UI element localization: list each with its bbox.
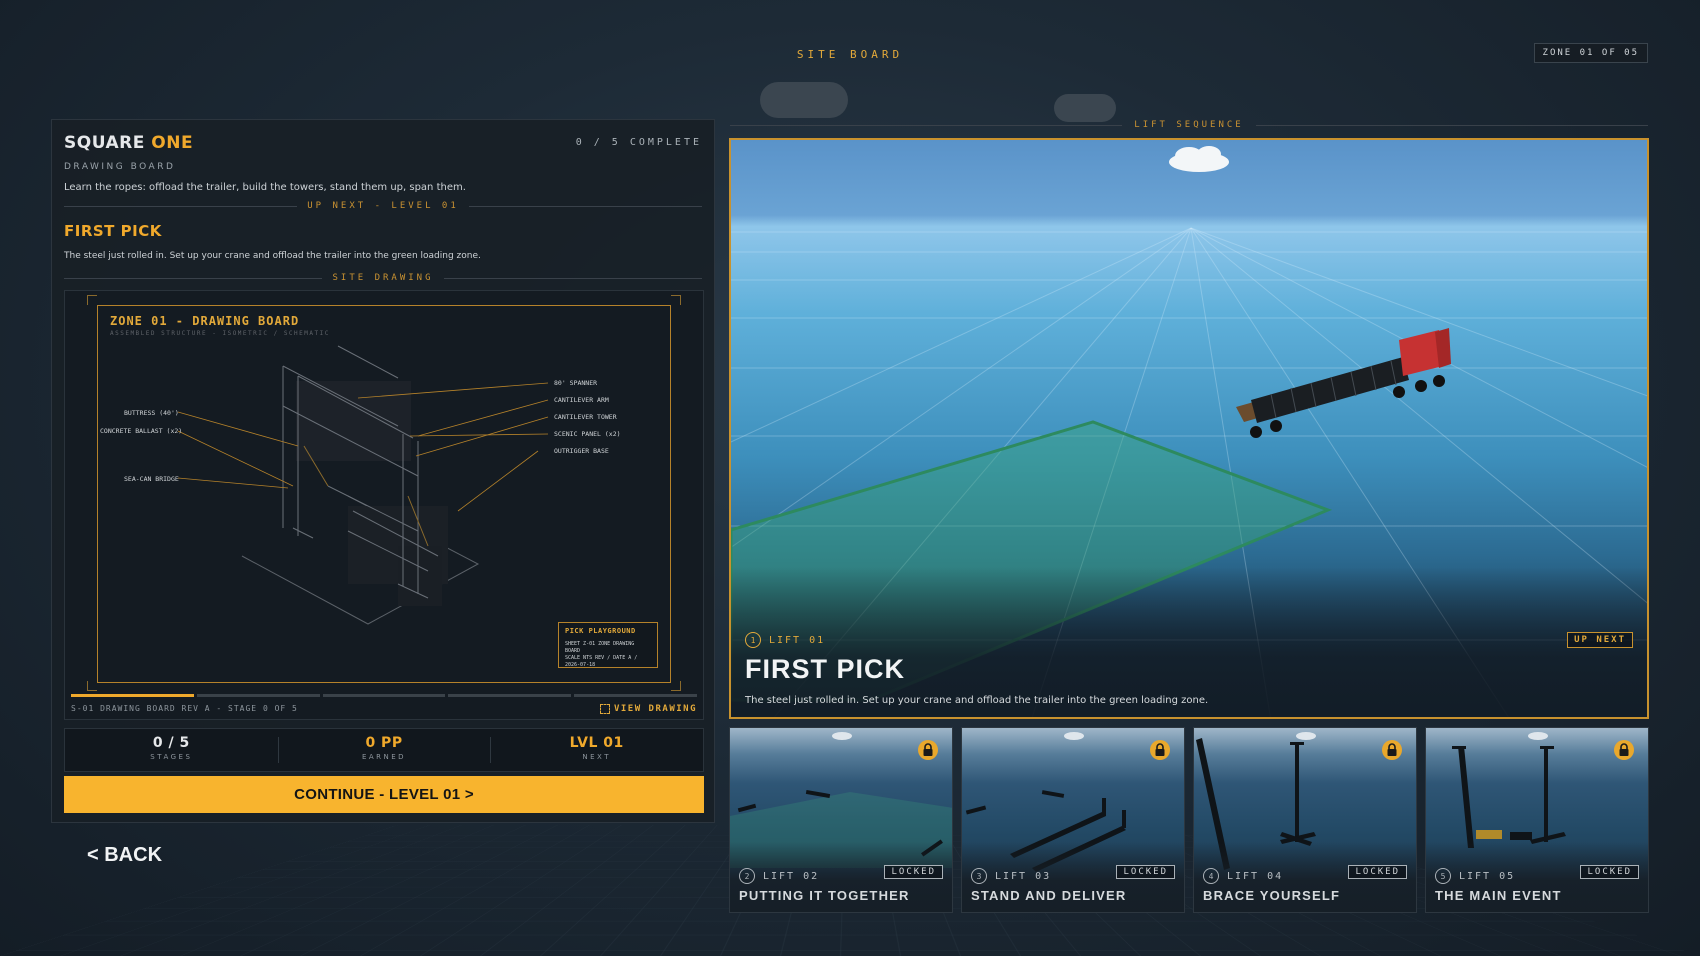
lock-icon: [1382, 740, 1402, 760]
lift-label: LIFT 03: [995, 870, 1052, 882]
callout-buttress: BUTTRESS (40'): [124, 409, 179, 417]
title-block-cells: SHEET Z-01 ZONE DRAWING BOARD SCALE NTS …: [565, 641, 651, 669]
stat-stages: 0 / 5 STAGES: [65, 729, 278, 771]
title-block: PICK PLAYGROUND SHEET Z-01 ZONE DRAWING …: [558, 622, 658, 668]
expand-icon: [599, 704, 610, 714]
callout-outrigger-base: OUTRIGGER BASE: [554, 447, 609, 455]
card-lift-label: 2 LIFT 02: [739, 868, 819, 884]
lock-icon: [918, 740, 938, 760]
lift-card-02[interactable]: 2 LIFT 02 LOCKED PUTTING IT TOGETHER: [729, 727, 953, 913]
lift-label: LIFT 01: [769, 634, 826, 646]
lock-icon: [1150, 740, 1170, 760]
frame-corner: [671, 681, 681, 691]
stat-earned: 0 PP EARNED: [277, 729, 491, 771]
stage-segment: [71, 694, 194, 697]
up-next-label: UP NEXT - LEVEL 01: [307, 201, 459, 211]
lift-cards: 2 LIFT 02 LOCKED PUTTING IT TOGETHER 3 L…: [729, 727, 1649, 913]
drawing-caption: S-01 DRAWING BOARD REV A - STAGE 0 OF 5: [71, 704, 298, 713]
card-title: BRACE YOURSELF: [1203, 888, 1341, 903]
zone-description: Learn the ropes: offload the trailer, bu…: [64, 182, 466, 193]
card-lift-label: 5 LIFT 05: [1435, 868, 1515, 884]
page-title: SITE BOARD: [796, 48, 904, 61]
view-drawing-button[interactable]: VIEW DRAWING: [599, 704, 697, 714]
zone-progress: 0 / 5 COMPLETE: [575, 137, 702, 148]
site-drawing[interactable]: ZONE 01 - DRAWING BOARD ASSEMBLED STRUCT…: [64, 290, 704, 720]
lift-number: 4: [1203, 868, 1219, 884]
lift-number: 5: [1435, 868, 1451, 884]
site-drawing-label: SITE DRAWING: [332, 273, 434, 283]
hero-lift-label: 1 LIFT 01: [745, 632, 825, 648]
title-block-heading: PICK PLAYGROUND: [565, 627, 636, 635]
stage-segment: [322, 694, 446, 697]
stage-segment: [196, 694, 320, 697]
lock-icon: [1614, 740, 1634, 760]
callout-scenic-panel: SCENIC PANEL (x2): [554, 430, 621, 438]
lift-number: 2: [739, 868, 755, 884]
locked-badge: LOCKED: [1348, 865, 1407, 879]
card-title: STAND AND DELIVER: [971, 888, 1127, 903]
cloud-icon: [1169, 146, 1229, 172]
lift-card-04[interactable]: 4 LIFT 04 LOCKED BRACE YOURSELF: [1193, 727, 1417, 913]
card-lift-label: 4 LIFT 04: [1203, 868, 1283, 884]
lift-card-05[interactable]: 5 LIFT 05 LOCKED THE MAIN EVENT: [1425, 727, 1649, 913]
title-block-row: SHEET Z-01 ZONE DRAWING BOARD: [565, 641, 635, 654]
lift-label: LIFT 05: [1459, 870, 1516, 882]
up-next-divider: UP NEXT - LEVEL 01: [64, 200, 702, 212]
level-title: FIRST PICK: [64, 222, 162, 240]
stage-segment: [574, 694, 697, 697]
callout-sea-can-bridge: SEA-CAN BRIDGE: [124, 475, 179, 483]
callout-spanner: 80' SPANNER: [554, 379, 597, 387]
zone-badge: ZONE 01 OF 05: [1533, 43, 1648, 63]
stat-value: LVL 01: [569, 735, 624, 751]
back-button[interactable]: < BACK: [87, 844, 162, 867]
truck-trailer: [1236, 328, 1451, 438]
stat-label: NEXT: [582, 753, 611, 761]
card-title: PUTTING IT TOGETHER: [739, 888, 910, 903]
stat-value: 0 PP: [365, 735, 403, 751]
callout-concrete-ballast: CONCRETE BALLAST (x2): [100, 427, 182, 435]
blueprint-frame: ZONE 01 - DRAWING BOARD ASSEMBLED STRUCT…: [97, 305, 671, 683]
lift-label: LIFT 04: [1227, 870, 1284, 882]
callout-cantilever-arm: CANTILEVER ARM: [554, 396, 609, 404]
hero-description: The steel just rolled in. Set up your cr…: [745, 695, 1209, 706]
hero-title: FIRST PICK: [745, 654, 906, 684]
callout-cantilever-tower: CANTILEVER TOWER: [554, 413, 617, 421]
frame-corner: [671, 295, 681, 305]
continue-button[interactable]: CONTINUE - LEVEL 01 >: [64, 776, 704, 813]
card-title: THE MAIN EVENT: [1435, 888, 1562, 903]
stat-value: 0 / 5: [152, 735, 190, 751]
lift-sequence-label: LIFT SEQUENCE: [1134, 120, 1244, 130]
locked-badge: LOCKED: [1116, 865, 1175, 879]
cloud-icon: [760, 82, 848, 118]
zone-title-main: SQUARE: [64, 133, 145, 153]
locked-badge: LOCKED: [884, 865, 943, 879]
cloud-icon: [1054, 94, 1116, 122]
stat-label: EARNED: [361, 753, 407, 761]
lift-card-03[interactable]: 3 LIFT 03 LOCKED STAND AND DELIVER: [961, 727, 1185, 913]
stage-progress-bar: [71, 694, 697, 697]
zone-title-accent: ONE: [151, 133, 194, 153]
frame-corner: [87, 681, 97, 691]
up-next-badge: UP NEXT: [1567, 632, 1633, 648]
stat-label: STAGES: [150, 753, 193, 761]
card-lift-label: 3 LIFT 03: [971, 868, 1051, 884]
site-drawing-divider: SITE DRAWING: [64, 272, 702, 284]
frame-corner: [87, 295, 97, 305]
zone-subtitle: DRAWING BOARD: [64, 162, 176, 172]
lift-hero-card[interactable]: 1 LIFT 01 UP NEXT FIRST PICK The steel j…: [729, 138, 1649, 719]
lift-number: 3: [971, 868, 987, 884]
stat-next: LVL 01 NEXT: [490, 729, 703, 771]
zone-panel: SQUARE ONE 0 / 5 COMPLETE DRAWING BOARD …: [51, 119, 715, 823]
title-block-row: SCALE NTS REV / DATE A / 2026-07-18: [565, 655, 638, 668]
lift-sequence-divider: LIFT SEQUENCE: [730, 119, 1648, 131]
view-drawing-label: VIEW DRAWING: [613, 704, 697, 714]
lift-label: LIFT 02: [763, 870, 820, 882]
level-description: The steel just rolled in. Set up your cr…: [64, 251, 481, 261]
locked-badge: LOCKED: [1580, 865, 1639, 879]
stage-segment: [448, 694, 572, 697]
zone-title: SQUARE ONE: [64, 133, 193, 153]
stats-row: 0 / 5 STAGES 0 PP EARNED LVL 01 NEXT: [64, 728, 704, 772]
lift-number: 1: [745, 632, 761, 648]
